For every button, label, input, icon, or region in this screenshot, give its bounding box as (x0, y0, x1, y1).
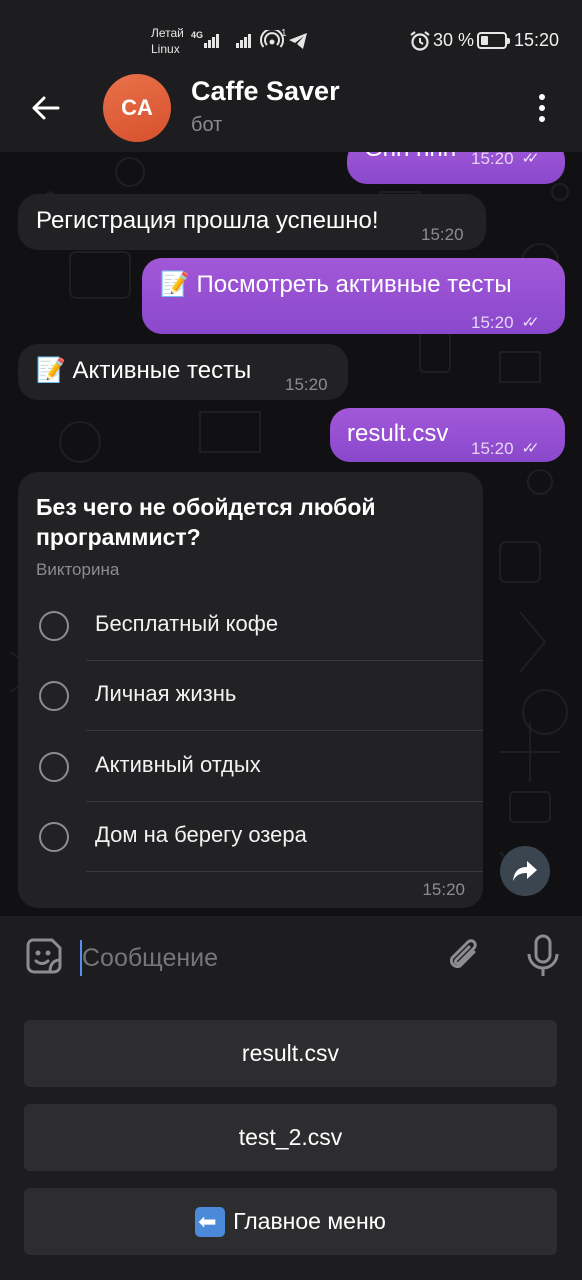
more-options-icon[interactable] (532, 92, 552, 124)
quiz-option[interactable]: Личная жизнь (18, 661, 483, 731)
message-incoming[interactable]: Регистрация прошла успешно! 15:20 (18, 194, 486, 250)
avatar[interactable]: CA (103, 74, 171, 142)
message-incoming[interactable]: 📝 Активные тесты 15:20 (18, 344, 348, 400)
radio-icon[interactable] (39, 752, 69, 782)
chat-subtitle: бот (191, 114, 223, 136)
keyboard-button-test2[interactable]: test_2.csv (24, 1104, 557, 1171)
quiz-option[interactable]: Активный отдых (18, 732, 483, 802)
quiz-option-label: Бесплатный кофе (95, 611, 279, 636)
back-arrow-icon[interactable] (28, 90, 64, 126)
carrier-name: Летай (151, 26, 184, 40)
message-meta: 15:20 ✓✓ (471, 152, 540, 174)
quiz-option-label: Дом на берегу озера (95, 822, 307, 847)
quiz-option-label: Активный отдых (95, 752, 261, 777)
message-outgoing[interactable]: Gnh hnh 15:20 ✓✓ (347, 152, 565, 184)
keyboard-button-main-menu[interactable]: Главное меню (24, 1188, 557, 1255)
message-text: Gnh hnh (364, 152, 456, 164)
message-text: result.csv (347, 420, 449, 447)
chat-title[interactable]: Caffe Saver (191, 76, 340, 107)
battery-icon (477, 32, 510, 49)
signal-icon (204, 30, 224, 48)
hotspot-count: 1 (281, 28, 287, 39)
bot-keyboard: result.csv test_2.csv Главное меню (0, 1002, 582, 1280)
attach-icon[interactable] (444, 934, 484, 978)
button-label: result.csv (241, 1040, 340, 1066)
quiz-option[interactable]: Бесплатный кофе (18, 591, 483, 661)
radio-icon[interactable] (39, 822, 69, 852)
status-time: 15:20 (514, 30, 560, 50)
left-arrow-icon (195, 1206, 226, 1237)
message-meta: 15:20 ✓✓ (471, 308, 540, 338)
radio-icon[interactable] (39, 611, 69, 641)
composer (0, 916, 582, 1002)
sticker-emoji-icon[interactable] (24, 936, 64, 976)
quiz-option-label: Личная жизнь (95, 681, 237, 706)
message-input[interactable] (82, 938, 422, 978)
radio-icon[interactable] (39, 681, 69, 711)
message-meta: 15:20 ✓✓ (471, 434, 540, 464)
message-text: Регистрация прошла успешно! (36, 207, 379, 234)
message-time: 15:20 (285, 375, 328, 394)
read-ticks-icon: ✓✓ (521, 314, 540, 331)
message-time: 15:20 (471, 313, 514, 332)
alarm-icon (410, 31, 430, 51)
message-time: 15:20 (421, 225, 464, 244)
keyboard-button-result[interactable]: result.csv (24, 1020, 557, 1087)
signal-2-icon (236, 30, 256, 48)
divider (86, 730, 483, 731)
message-text: 📝 Активные тесты (36, 357, 252, 384)
status-bar: Летай Linux 4G 1 30 % 15:20 (0, 0, 582, 72)
quiz-option[interactable]: Дом на берегу озера (18, 802, 483, 872)
message-time: 15:20 (471, 152, 514, 168)
chat-header: CA Caffe Saver бот (0, 72, 582, 152)
read-ticks-icon: ✓✓ (521, 152, 540, 167)
button-label: Главное меню (233, 1208, 386, 1234)
divider (86, 871, 483, 872)
quiz-time: 15:20 (422, 880, 465, 899)
message-outgoing[interactable]: result.csv 15:20 ✓✓ (330, 408, 565, 462)
microphone-icon[interactable] (526, 934, 560, 978)
telegram-icon (289, 33, 307, 49)
message-text: 📝 Посмотреть активные тесты (160, 271, 512, 298)
carrier-label: Летай Linux (151, 25, 184, 57)
button-label: test_2.csv (238, 1124, 343, 1150)
battery-percent: 30 % (433, 30, 475, 50)
share-arrow-icon (513, 861, 537, 881)
message-outgoing[interactable]: 📝 Посмотреть активные тесты 15:20 ✓✓ (142, 258, 565, 334)
share-button[interactable] (500, 846, 550, 896)
read-ticks-icon: ✓✓ (521, 440, 540, 457)
network-type: 4G (191, 30, 204, 40)
message-time: 15:20 (471, 439, 514, 458)
chat-area[interactable]: Gnh hnh 15:20 ✓✓ Регистрация прошла успе… (0, 152, 582, 916)
quiz-poll: Без чего не обойдется любой программист?… (18, 472, 483, 908)
quiz-question: Без чего не обойдется любой программист? (36, 494, 376, 550)
quiz-type: Викторина (36, 560, 120, 579)
carrier-sub: Linux (151, 42, 180, 56)
